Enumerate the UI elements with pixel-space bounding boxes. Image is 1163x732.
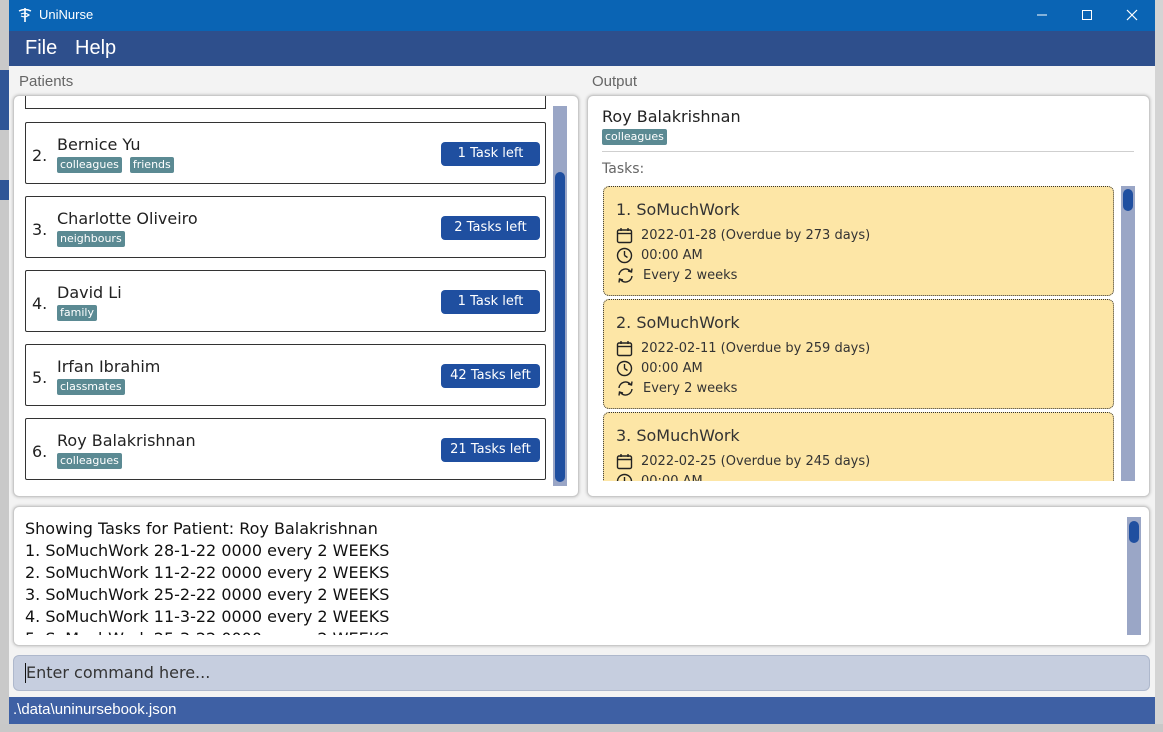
clock-icon [616,360,633,377]
patients-scrollbar[interactable] [553,106,567,486]
minimize-button[interactable] [1019,0,1065,31]
divider [602,151,1134,152]
close-button[interactable] [1109,0,1155,31]
patient-card[interactable]: 2. Bernice Yu colleagues friends 1 Task … [25,122,546,184]
close-icon [1126,9,1138,21]
patient-card[interactable]: 6. Roy Balakrishnan colleagues 21 Tasks … [25,418,546,480]
recurrence-icon [618,381,633,396]
patient-name: Charlotte Oliveiro [57,209,198,228]
calendar-icon [616,341,633,357]
calendar-icon [616,454,633,470]
task-card[interactable]: 2. SoMuchWork 2022-02-11 (Overdue by 259… [603,299,1114,409]
tasks-left-button[interactable]: 42 Tasks left [441,364,540,388]
task-date: 2022-02-25 (Overdue by 245 days) [641,454,871,469]
tasks-scroll-thumb[interactable] [1123,189,1133,211]
desktop-bottom-edge [0,724,1163,732]
output-clip [588,481,1149,496]
result-line: 1. SoMuchWork 28-1-22 0000 every 2 WEEKS [25,541,390,560]
desktop-right-edge [1155,0,1163,732]
patient-index: 3. [32,220,48,239]
menu-bar: File Help [9,31,1155,66]
output-panel: Roy Balakrishnan colleagues Tasks: 1. So… [587,95,1150,497]
patient-index: 4. [32,294,48,313]
text-cursor [25,663,26,683]
caduceus-icon [18,8,32,22]
patient-name: Irfan Ibrahim [57,357,161,376]
result-scroll-thumb[interactable] [1129,521,1139,543]
calendar-icon [616,228,633,244]
window-title: UniNurse [39,7,94,22]
task-time: 00:00 AM [641,361,703,376]
patient-index: 2. [32,146,48,165]
task-title: 3. SoMuchWork [616,426,740,445]
patient-card[interactable]: 5. Irfan Ibrahim classmates 42 Tasks lef… [25,344,546,406]
patient-name: David Li [57,283,122,302]
command-placeholder: Enter command here... [26,663,211,682]
tasks-left-button[interactable]: 1 Task left [441,142,540,166]
selected-patient-name: Roy Balakrishnan [602,107,741,126]
app-window: UniNurse File Help Patients Output 2. Be… [9,0,1155,724]
patient-tag: neighbours [57,231,125,247]
patient-tag: colleagues [57,157,122,173]
patient-index: 6. [32,442,48,461]
patients-scroll-thumb[interactable] [555,172,565,482]
task-title: 2. SoMuchWork [616,313,740,332]
task-date: 2022-02-11 (Overdue by 259 days) [641,341,871,356]
patient-tag: family [57,305,97,321]
tasks-left-button[interactable]: 21 Tasks left [441,438,540,462]
clock-icon [616,247,633,264]
task-title: 1. SoMuchWork [616,200,740,219]
task-recurrence: Every 2 weeks [643,268,738,283]
patient-tag: colleagues [57,453,122,469]
tasks-left-button[interactable]: 1 Task left [441,290,540,314]
selected-patient-tag: colleagues [602,129,667,145]
patients-label: Patients [19,73,74,90]
task-date: 2022-01-28 (Overdue by 273 days) [641,228,871,243]
result-scrollbar[interactable] [1127,517,1141,635]
result-line: 3. SoMuchWork 25-2-22 0000 every 2 WEEKS [25,585,390,604]
patient-name: Bernice Yu [57,135,141,154]
minimize-icon [1037,14,1047,16]
maximize-icon [1082,10,1092,20]
tasks-left-button[interactable]: 2 Tasks left [441,216,540,240]
task-recurrence: Every 2 weeks [643,381,738,396]
result-text: Showing Tasks for Patient: Roy Balakrish… [25,518,390,645]
result-line: 2. SoMuchWork 11-2-22 0000 every 2 WEEKS [25,563,390,582]
result-line: Showing Tasks for Patient: Roy Balakrish… [25,519,378,538]
list-item[interactable] [25,96,546,109]
tasks-heading: Tasks: [602,161,645,177]
patient-index: 5. [32,368,48,387]
patient-name: Roy Balakrishnan [57,431,196,450]
maximize-button[interactable] [1064,0,1110,31]
patient-card[interactable]: 4. David Li family 1 Task left [25,270,546,332]
command-input[interactable]: Enter command here... [13,655,1150,691]
patients-panel: 2. Bernice Yu colleagues friends 1 Task … [13,95,579,497]
data-file-path: .\data\uninursebook.json [13,701,177,718]
menu-file[interactable]: File [25,37,57,60]
recurrence-icon [618,268,633,283]
menu-help[interactable]: Help [75,37,116,60]
status-bar: .\data\uninursebook.json [9,697,1155,724]
result-clip [14,635,1149,645]
result-display: Showing Tasks for Patient: Roy Balakrish… [13,506,1150,646]
result-line: 4. SoMuchWork 11-3-22 0000 every 2 WEEKS [25,607,390,626]
title-bar[interactable]: UniNurse [9,0,1155,31]
patient-tag: friends [129,157,174,173]
task-time: 00:00 AM [641,248,703,263]
task-card[interactable]: 1. SoMuchWork 2022-01-28 (Overdue by 273… [603,186,1114,296]
patient-tag: classmates [57,379,125,395]
output-label: Output [592,73,638,90]
tasks-scrollbar[interactable] [1121,186,1135,481]
patient-card[interactable]: 3. Charlotte Oliveiro neighbours 2 Tasks… [25,196,546,258]
desktop-left-edge [0,0,9,732]
